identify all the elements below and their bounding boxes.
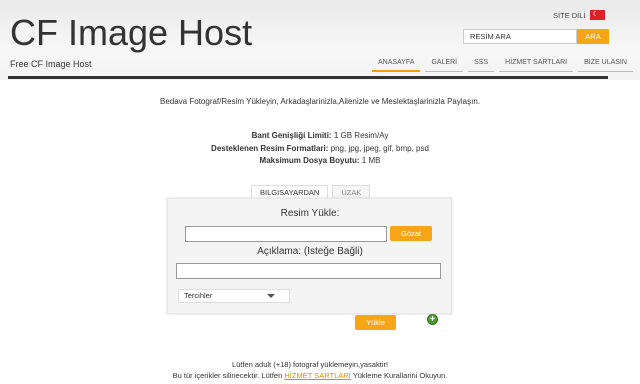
formats-row: Desteklenen Resim Formatlari: png, jpg, … — [0, 143, 640, 156]
description-field[interactable] — [176, 263, 441, 279]
site-subtitle: Free CF Image Host — [10, 59, 92, 69]
warning-line-2: Bu tür içerikler silinecektir. Lütfen Hİ… — [0, 370, 620, 381]
file-path-field[interactable] — [185, 226, 387, 242]
warning-line-2-pre: Bu tür içerikler silinecektir. Lütfen — [172, 371, 283, 380]
search-input[interactable] — [463, 29, 577, 44]
turkey-flag-icon[interactable] — [589, 10, 605, 20]
maxsize-label: Maksimum Dosya Boyutu: — [259, 156, 360, 165]
options-select-value: Tercihler — [184, 291, 213, 300]
nav-item-anasayfa[interactable]: ANASAYFA — [372, 58, 421, 72]
maxsize-row: Maksimum Dosya Boyutu: 1 MB — [0, 155, 640, 168]
chevron-down-icon — [267, 294, 275, 298]
bandwidth-value: 1 GB Resim/Ay — [333, 131, 389, 140]
nav-item-galeri[interactable]: GALERİ — [425, 58, 464, 72]
site-title[interactable]: CF Image Host — [10, 12, 252, 54]
language-label: SİTE DİLİ — [553, 10, 586, 20]
intro-text: Bedava Fotograf/Resim Yükleyin, Arkadaşl… — [160, 97, 480, 106]
tab-bilgisayardan[interactable]: BILGISAYARDAN — [251, 185, 329, 198]
adult-warning: Lütfen adult (+18) fotograf yüklemeyin,y… — [0, 359, 620, 381]
maxsize-value: 1 MB — [361, 156, 381, 165]
description-label: Açıklama: (Isteğe Bağli) — [257, 246, 363, 257]
nav-item-sss[interactable]: SSS — [468, 58, 495, 72]
bandwidth-row: Bant Genişliği Limiti: 1 GB Resim/Ay — [0, 130, 640, 143]
upload-label: Resim Yükle: — [280, 208, 340, 219]
language-selector[interactable]: SİTE DİLİ — [553, 10, 605, 20]
add-icon[interactable]: + — [427, 314, 438, 325]
browse-button[interactable]: Gözat — [390, 226, 432, 241]
upload-button[interactable]: Yükle — [355, 315, 396, 330]
formats-value: png, jpg, jpeg, gif, bmp, psd — [330, 143, 429, 153]
tab-uzak[interactable]: UZAK — [332, 185, 371, 198]
main-nav: ANASAYFA GALERİ SSS HİZMET SARTLARI BİZE… — [372, 58, 638, 72]
formats-label: Desteklenen Resim Formatlari: — [211, 143, 329, 153]
options-select[interactable]: Tercihler — [178, 289, 290, 303]
warning-line-1: Lütfen adult (+18) fotograf yüklemeyin,y… — [231, 360, 389, 369]
bandwidth-label: Bant Genişliği Limiti: — [251, 131, 332, 140]
upload-tabs: BILGISAYARDAN UZAK — [251, 185, 374, 198]
warning-line-2-post: Yükleme Kurallarini Okuyun. — [352, 371, 448, 380]
nav-item-bize-ulasin[interactable]: BİZE ULASIN — [578, 58, 633, 72]
terms-link[interactable]: HİZMET SARTLARI — [284, 371, 350, 380]
limits-info: Bant Genişliği Limiti: 1 GB Resim/Ay Des… — [0, 130, 640, 168]
search-button[interactable]: ARA — [577, 29, 609, 44]
header-divider — [8, 76, 608, 79]
nav-item-hizmet-sartlari[interactable]: HİZMET SARTLARI — [499, 58, 574, 72]
